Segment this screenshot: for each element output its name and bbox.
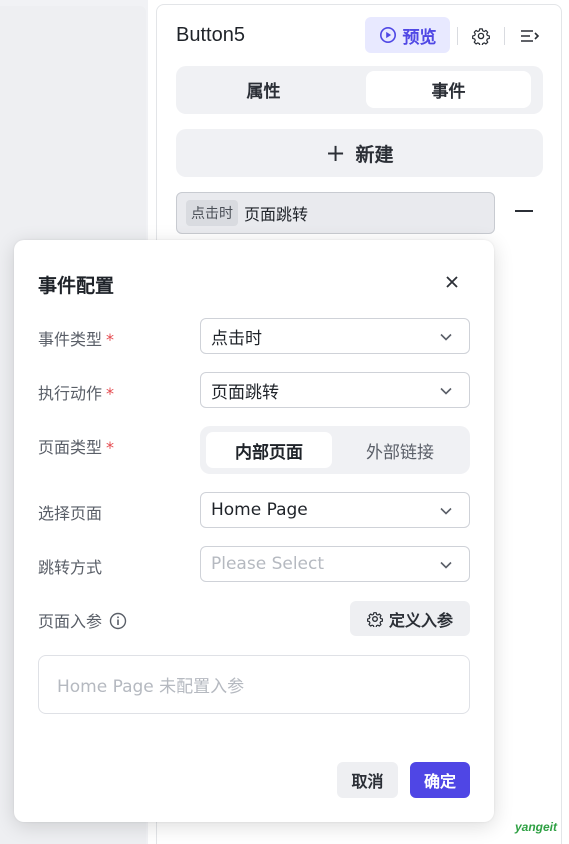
event-list-item[interactable]: 点击时 页面跳转 bbox=[176, 192, 495, 234]
page-type-internal-option[interactable]: 内部页面 bbox=[206, 432, 332, 468]
event-type-label: 事件类型 * bbox=[38, 330, 115, 349]
panel-tabs: 属性 事件 bbox=[176, 66, 543, 114]
header-divider bbox=[504, 27, 505, 45]
header-divider bbox=[457, 27, 458, 45]
page-select[interactable]: Home Page bbox=[200, 492, 470, 528]
page-select-value: Home Page bbox=[211, 500, 308, 520]
plus-icon: + bbox=[325, 139, 346, 167]
chevron-down-icon bbox=[440, 561, 452, 569]
page-type-segmented: 内部页面 外部链接 bbox=[200, 426, 470, 474]
info-icon[interactable] bbox=[109, 612, 127, 630]
remove-event-icon[interactable] bbox=[515, 210, 533, 212]
chevron-down-icon bbox=[440, 333, 452, 341]
component-title: Button5 bbox=[176, 24, 245, 46]
page-type-label: 页面类型 * bbox=[38, 438, 115, 457]
required-mark: * bbox=[106, 330, 115, 349]
chevron-down-icon bbox=[440, 507, 452, 515]
action-value: 页面跳转 bbox=[211, 382, 279, 403]
chevron-down-icon bbox=[440, 387, 452, 395]
close-icon[interactable] bbox=[442, 272, 462, 292]
tab-events[interactable]: 事件 bbox=[366, 71, 531, 108]
required-mark: * bbox=[106, 438, 115, 457]
play-circle-icon bbox=[379, 26, 396, 44]
page-params-label: 页面入参 bbox=[38, 608, 127, 632]
gear-icon bbox=[366, 611, 383, 627]
event-type-value: 点击时 bbox=[211, 328, 262, 349]
preview-label: 预览 bbox=[402, 27, 437, 48]
define-params-label: 定义入参 bbox=[388, 610, 453, 630]
preview-button[interactable]: 预览 bbox=[365, 17, 450, 53]
confirm-button[interactable]: 确定 bbox=[410, 762, 470, 798]
new-event-button[interactable]: + 新建 bbox=[176, 129, 543, 177]
cancel-button[interactable]: 取消 bbox=[337, 762, 398, 798]
jump-mode-label: 跳转方式 bbox=[38, 558, 103, 577]
action-select[interactable]: 页面跳转 bbox=[200, 372, 470, 408]
action-label: 执行动作 * bbox=[38, 384, 115, 403]
new-event-label: 新建 bbox=[355, 143, 394, 166]
params-empty-box: Home Page 未配置入参 bbox=[38, 655, 470, 714]
event-config-modal: 事件配置 事件类型 * 点击时 执行动作 * 页面跳转 页面类型 * 内部页面 外部链… bbox=[14, 240, 494, 822]
collapse-panel-icon[interactable] bbox=[519, 25, 541, 47]
event-action-label: 页面跳转 bbox=[244, 205, 309, 224]
required-mark: * bbox=[106, 384, 115, 403]
define-params-button[interactable]: 定义入参 bbox=[350, 601, 470, 636]
modal-title: 事件配置 bbox=[38, 275, 115, 297]
event-trigger-tag: 点击时 bbox=[186, 200, 238, 226]
gear-icon[interactable] bbox=[470, 25, 492, 47]
page-type-external-option[interactable]: 外部链接 bbox=[337, 432, 463, 468]
watermark: yangeit bbox=[515, 820, 558, 834]
page-select-label: 选择页面 bbox=[38, 504, 103, 523]
jump-mode-placeholder: Please Select bbox=[211, 554, 325, 574]
event-type-select[interactable]: 点击时 bbox=[200, 318, 470, 354]
tab-properties[interactable]: 属性 bbox=[181, 71, 346, 108]
jump-mode-select[interactable]: Please Select bbox=[200, 546, 470, 582]
